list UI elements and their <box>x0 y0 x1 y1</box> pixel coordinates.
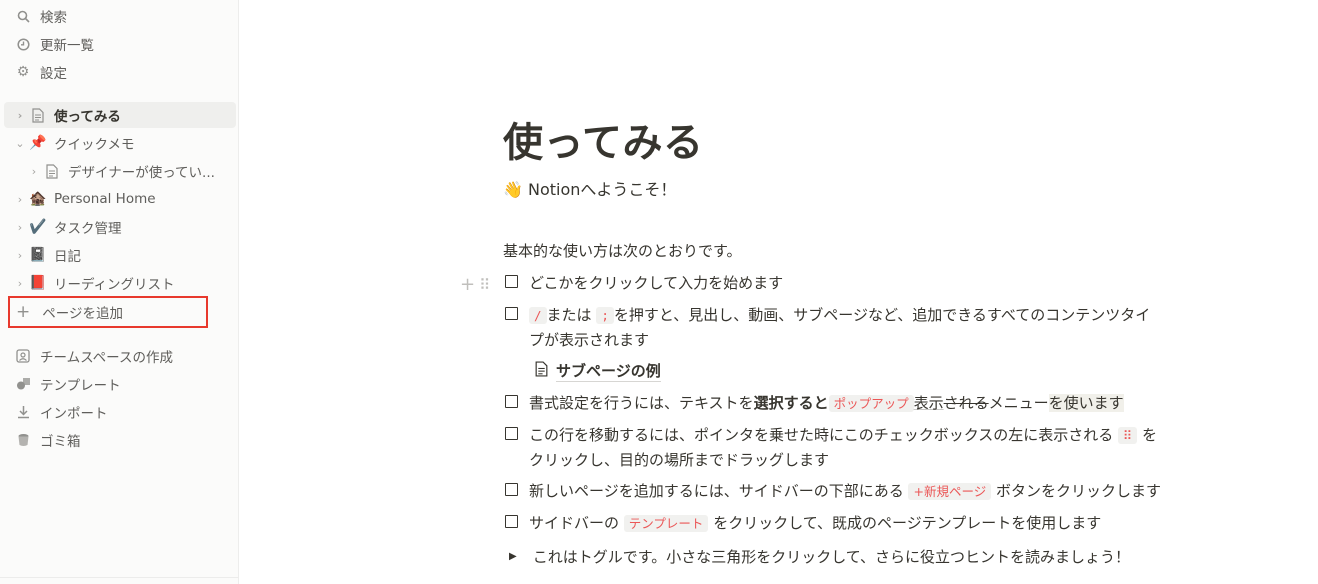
todo-text[interactable]: サイドバーの テンプレート をクリックして、既成のページテンプレートを使用します <box>529 511 1185 536</box>
page-icon <box>28 107 48 123</box>
book-icon: 📕 <box>29 275 47 291</box>
sidebar-page-designer[interactable]: › デザイナーが使ってい... <box>18 158 236 184</box>
page-content: 使ってみる 👋 Notionへようこそ！ 基本的な使い方は次のとおりです。 +⠿… <box>240 0 1318 584</box>
sidebar-updates[interactable]: 更新一覧 <box>4 31 236 57</box>
todo-item: この行を移動するには、ポインタを乗せた時にこのチェックボックスの左に表示される … <box>505 423 1185 472</box>
sidebar-page-quickmemo[interactable]: ⌄ 📌 クイックメモ <box>4 130 236 156</box>
sidebar-page-personal-home[interactable]: › 🏚️ Personal Home <box>4 186 236 212</box>
drag-handle-icon[interactable]: ⠿ <box>479 276 494 294</box>
page-icon <box>535 361 548 381</box>
todo-text[interactable]: この行を移動するには、ポインタを乗せた時にこのチェックボックスの左に表示される … <box>529 423 1185 472</box>
shapes-icon <box>14 375 32 393</box>
subpage-link[interactable]: サブページの例 <box>535 360 661 382</box>
todo-item: サイドバーの テンプレート をクリックして、既成のページテンプレートを使用します <box>505 511 1185 536</box>
chevron-right-icon[interactable]: › <box>12 277 28 290</box>
sidebar-settings-label: 設定 <box>40 66 67 82</box>
page-title[interactable]: 使ってみる <box>503 110 704 168</box>
chevron-right-icon[interactable]: › <box>12 249 28 262</box>
todo-checkbox[interactable] <box>505 307 518 320</box>
sidebar-settings[interactable]: ⚙ 設定 <box>4 59 236 85</box>
drag-handle-icon: ⠿ <box>1118 427 1138 444</box>
sidebar-page-label: 使ってみる <box>54 109 121 125</box>
wave-emoji: 👋 <box>503 180 523 199</box>
toggle-text: これはトグルです。小さな三角形をクリックして、さらに役立つヒントを読みましょう！ <box>532 548 1131 566</box>
sidebar-search[interactable]: 検索 <box>4 3 236 29</box>
sidebar-trash[interactable]: ゴミ箱 <box>4 427 236 453</box>
gear-icon: ⚙ <box>16 64 30 80</box>
download-icon <box>14 403 32 421</box>
sidebar-page-label: リーディングリスト <box>54 277 175 293</box>
block-handles[interactable]: +⠿ <box>460 274 494 295</box>
sidebar-create-teamspace[interactable]: チームスペースの作成 <box>4 343 236 369</box>
todo-item: / または ; を押すと、見出し、動画、サブページなど、追加できるすべてのコンテンツ… <box>505 303 1185 352</box>
add-page-button[interactable]: + ページを追加 <box>8 296 208 328</box>
sidebar-page-label: デザイナーが使ってい... <box>68 165 215 181</box>
page-subtitle[interactable]: 👋 Notionへようこそ！ <box>503 176 676 200</box>
teamspace-icon <box>14 347 32 365</box>
sidebar-search-label: 検索 <box>40 10 67 26</box>
chevron-right-icon[interactable]: › <box>12 193 28 206</box>
subtitle-text: Notionへようこそ！ <box>528 180 677 199</box>
todo-checkbox[interactable] <box>505 483 518 496</box>
sidebar-page-label: 日記 <box>54 249 81 265</box>
todo-checkbox[interactable] <box>505 275 518 288</box>
divider <box>0 577 239 578</box>
sidebar-page-label: Personal Home <box>54 191 156 207</box>
todo-item: 新しいページを追加するには、サイドバーの下部にある +新規ページ ボタンをクリッ… <box>505 479 1185 504</box>
todo-text[interactable]: 新しいページを追加するには、サイドバーの下部にある +新規ページ ボタンをクリッ… <box>529 479 1185 504</box>
checkmark-icon: ✔️ <box>29 219 47 235</box>
house-icon: 🏚️ <box>29 191 47 207</box>
sidebar-updates-label: 更新一覧 <box>40 38 94 54</box>
sidebar: 検索 更新一覧 ⚙ 設定 › 使ってみる ⌄ 📌 クイックメモ › デザイナーが… <box>0 0 239 584</box>
pin-icon: 📌 <box>29 135 47 151</box>
chevron-right-icon[interactable]: › <box>26 165 42 178</box>
sidebar-page-reading-list[interactable]: › 📕 リーディングリスト <box>4 270 236 296</box>
add-page-label: ページを追加 <box>42 306 123 322</box>
todo-checkbox[interactable] <box>505 515 518 528</box>
todo-text[interactable]: どこかをクリックして入力を始めます <box>529 271 1185 295</box>
clock-icon <box>14 35 32 53</box>
todo-item: 書式設定を行うには、テキストを選択すると ポップアップ 表示されるメニューを使います <box>505 391 1185 416</box>
plus-icon: + <box>16 302 31 322</box>
trash-icon <box>14 431 32 449</box>
notebook-icon: 📓 <box>29 247 47 263</box>
toggle-triangle-icon[interactable]: ▶ <box>509 551 517 562</box>
sidebar-create-teamspace-label: チームスペースの作成 <box>40 350 173 366</box>
todo-item: どこかをクリックして入力を始めます <box>505 271 1185 295</box>
sidebar-import[interactable]: インポート <box>4 399 236 425</box>
chevron-right-icon[interactable]: › <box>12 109 28 122</box>
sidebar-page-tsukattemiru[interactable]: › 使ってみる <box>4 102 236 128</box>
sidebar-page-diary[interactable]: › 📓 日記 <box>4 242 236 268</box>
page-icon <box>42 163 62 179</box>
sidebar-page-label: タスク管理 <box>54 221 122 237</box>
todo-checkbox[interactable] <box>505 395 518 408</box>
sidebar-import-label: インポート <box>40 406 108 422</box>
intro-paragraph[interactable]: 基本的な使い方は次のとおりです。 <box>503 240 742 261</box>
todo-text[interactable]: 書式設定を行うには、テキストを選択すると ポップアップ 表示されるメニューを使います <box>529 391 1185 416</box>
chevron-down-icon[interactable]: ⌄ <box>12 137 28 150</box>
subpage-label: サブページの例 <box>556 362 661 382</box>
add-block-icon[interactable]: + <box>460 274 479 295</box>
sidebar-page-task[interactable]: › ✔️ タスク管理 <box>4 214 236 240</box>
todo-checkbox[interactable] <box>505 427 518 440</box>
toggle-block[interactable]: ▶ これはトグルです。小さな三角形をクリックして、さらに役立つヒントを読みましょ… <box>509 546 1130 567</box>
todo-text[interactable]: / または ; を押すと、見出し、動画、サブページなど、追加できるすべてのコンテンツ… <box>529 303 1185 352</box>
chevron-right-icon[interactable]: › <box>12 221 28 234</box>
sidebar-trash-label: ゴミ箱 <box>40 434 81 450</box>
sidebar-templates[interactable]: テンプレート <box>4 371 236 397</box>
search-icon <box>14 7 32 25</box>
sidebar-page-label: クイックメモ <box>54 137 135 153</box>
sidebar-templates-label: テンプレート <box>40 378 121 394</box>
